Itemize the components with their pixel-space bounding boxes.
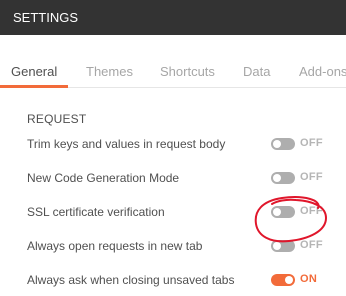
toggle-state-label: OFF <box>300 171 323 183</box>
setting-label: New Code Generation Mode <box>27 171 180 185</box>
window-title: SETTINGS <box>13 10 79 25</box>
toggle-knob <box>273 208 281 216</box>
setting-ask-closing-unsaved: Always ask when closing unsaved tabs ON <box>0 271 346 291</box>
window-titlebar: SETTINGS <box>0 0 346 35</box>
setting-label: Always ask when closing unsaved tabs <box>27 273 235 287</box>
setting-code-generation: New Code Generation Mode OFF <box>0 169 346 189</box>
tab-add-ons[interactable]: Add-ons <box>299 65 346 78</box>
toggle-state-label: ON <box>300 273 318 285</box>
toggle-knob <box>273 140 281 148</box>
toggle-state-label: OFF <box>300 137 323 149</box>
tab-general[interactable]: General <box>11 65 57 78</box>
setting-label: Always open requests in new tab <box>27 239 203 253</box>
setting-open-new-tab: Always open requests in new tab OFF <box>0 237 346 257</box>
section-title: REQUEST <box>27 112 87 126</box>
toggle-switch[interactable] <box>271 138 295 150</box>
setting-ssl-verification: SSL certificate verification OFF <box>0 203 346 223</box>
setting-label: Trim keys and values in request body <box>27 137 226 151</box>
setting-trim-keys: Trim keys and values in request body OFF <box>0 135 346 155</box>
toggle-state-label: OFF <box>300 239 323 251</box>
active-tab-indicator <box>0 85 68 88</box>
settings-window: SETTINGS General Themes Shortcuts Data A… <box>0 0 346 296</box>
toggle-knob <box>273 174 281 182</box>
toggle-switch[interactable] <box>271 172 295 184</box>
toggle-switch[interactable] <box>271 274 295 286</box>
setting-label: SSL certificate verification <box>27 205 165 219</box>
tab-themes[interactable]: Themes <box>86 65 133 78</box>
toggle-state-label: OFF <box>300 205 323 217</box>
toggle-knob <box>273 242 281 250</box>
toggle-switch[interactable] <box>271 240 295 252</box>
settings-tabs: General Themes Shortcuts Data Add-ons <box>0 35 346 88</box>
tab-data[interactable]: Data <box>243 65 270 78</box>
toggle-knob <box>285 276 293 284</box>
toggle-switch[interactable] <box>271 206 295 218</box>
tab-shortcuts[interactable]: Shortcuts <box>160 65 215 78</box>
